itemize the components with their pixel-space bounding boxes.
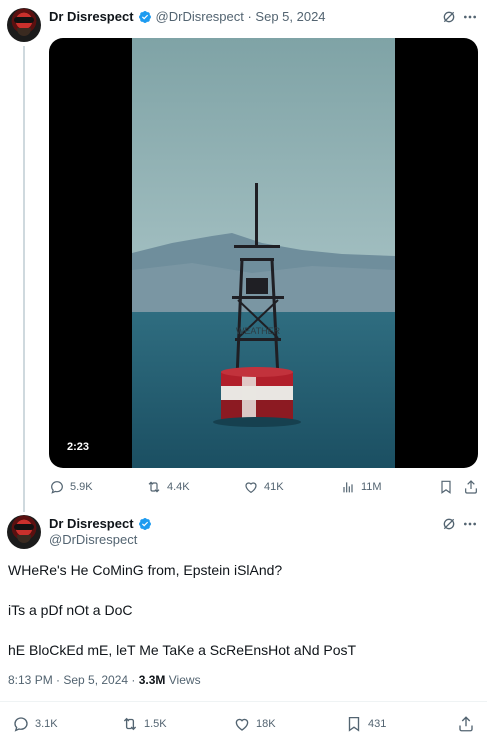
grok-icon[interactable] (441, 516, 457, 532)
video-player[interactable]: WEATHER 2:23 (49, 38, 478, 468)
tweet-text-line: hE BloCkEd mE, leT Me TaKe a ScReEnsHot … (8, 642, 357, 658)
tweet-header: Dr Disrespect @DrDisrespect · Sep 5, 202… (49, 9, 326, 24)
bookmark-count: 431 (368, 718, 387, 730)
bookmark-icon[interactable] (438, 479, 454, 495)
handle[interactable]: @DrDisrespect (49, 532, 137, 547)
verified-badge-icon (138, 10, 151, 23)
bookmark-action[interactable]: 431 (345, 715, 386, 733)
like-action[interactable]: 41K (243, 479, 284, 495)
avatar[interactable] (7, 8, 41, 42)
share-icon[interactable] (457, 715, 475, 733)
repost-action[interactable]: 1.5K (121, 715, 167, 733)
video-duration: 2:23 (61, 438, 96, 456)
video-frame: WEATHER (132, 38, 395, 468)
handle-date[interactable]: @DrDisrespect · Sep 5, 2024 (156, 9, 326, 24)
divider (0, 701, 487, 702)
reply-action[interactable]: 5.9K (49, 479, 93, 495)
timestamp[interactable]: 8:13 PM · Sep 5, 2024 · (8, 673, 139, 687)
reply-action[interactable]: 3.1K (12, 715, 58, 733)
view-count: 3.3M (138, 673, 166, 687)
timestamp-row: 8:13 PM · Sep 5, 2024 · 3.3M Views (8, 673, 201, 687)
views-icon (343, 482, 353, 493)
bookmark-icon (348, 716, 360, 732)
repost-count: 4.4K (167, 481, 190, 493)
reply-icon (51, 481, 63, 494)
repost-icon (148, 481, 160, 493)
repost-icon (123, 717, 137, 731)
share-icon[interactable] (463, 479, 479, 495)
repost-count: 1.5K (144, 718, 167, 730)
like-count: 18K (256, 718, 276, 730)
reply-count: 5.9K (70, 481, 93, 493)
reply-count: 3.1K (35, 718, 58, 730)
views-count: 11M (361, 481, 382, 493)
more-icon[interactable] (462, 9, 478, 25)
avatar[interactable] (7, 515, 41, 549)
tweet-text-line: iTs a pDf nOt a DoC (8, 602, 133, 618)
reply-icon (14, 717, 28, 732)
reply-header: Dr Disrespect (49, 516, 152, 531)
author-name[interactable]: Dr Disrespect (49, 516, 134, 531)
like-icon (245, 482, 257, 494)
verified-badge-icon (138, 517, 151, 530)
tweet-text-line: WHeRe's He CoMinG from, Epstein iSlAnd? (8, 562, 283, 578)
grok-icon[interactable] (441, 9, 457, 25)
thread-line (23, 46, 25, 512)
author-name[interactable]: Dr Disrespect (49, 9, 134, 24)
like-action[interactable]: 18K (233, 715, 276, 733)
like-count: 41K (264, 481, 284, 493)
views-action[interactable]: 11M (340, 479, 382, 495)
repost-action[interactable]: 4.4K (146, 479, 190, 495)
views-label: Views (165, 673, 201, 687)
buoy-label: WEATHER (236, 326, 281, 336)
more-icon[interactable] (462, 516, 478, 532)
like-icon (235, 718, 249, 731)
